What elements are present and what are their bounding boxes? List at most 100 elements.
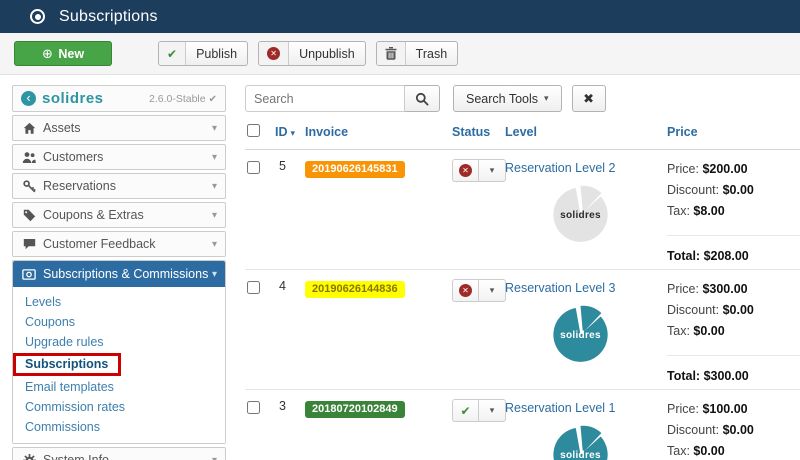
chevron-down-icon: ▾ (489, 165, 495, 175)
submenu-item-subscriptions[interactable]: Subscriptions (25, 356, 108, 372)
subscriptions-submenu: Levels Coupons Upgrade rules Subscriptio… (13, 287, 225, 443)
table-header-row: ID ▾ Invoice Status Level Price (245, 122, 800, 150)
search-input[interactable] (245, 85, 405, 112)
chevron-down-icon: ▾ (211, 151, 217, 163)
status-button-group: ✔ ▾ (452, 399, 506, 422)
trash-button-label: Trash (415, 46, 448, 61)
key-icon (21, 179, 37, 193)
level-link[interactable]: Reservation Level 2 (505, 161, 615, 175)
sidebar-item-label: Customer Feedback (43, 237, 156, 251)
publish-button[interactable]: ✔ Publish (158, 41, 249, 66)
sidebar-item-customer-feedback[interactable]: Customer Feedback ▾ (12, 231, 226, 257)
sidebar-item-subscriptions-commissions[interactable]: Subscriptions & Commissions ▾ (13, 261, 225, 287)
unpublish-button-label: Unpublish (299, 46, 355, 61)
circle-x-icon: ✕ (459, 284, 472, 297)
sidebar-item-label: System Info (43, 453, 109, 460)
chevron-down-icon: ▾ (489, 285, 495, 295)
submenu-item-levels[interactable]: Levels (13, 292, 225, 312)
page-title: Subscriptions (59, 7, 158, 25)
level-link[interactable]: Reservation Level 1 (505, 401, 615, 415)
submenu-item-coupons[interactable]: Coupons (13, 312, 225, 332)
sidebar-item-coupons-extras[interactable]: Coupons & Extras ▾ (12, 202, 226, 228)
comment-icon (21, 238, 37, 250)
sidebar-item-customers[interactable]: Customers ▾ (12, 144, 226, 170)
solidres-logo-panel: ‹ solidres 2.6.0-Stable ✔ (12, 85, 226, 112)
money-icon (21, 268, 37, 280)
plus-circle-icon: ⊕ (41, 45, 53, 61)
subscriptions-component-icon (30, 9, 45, 24)
publish-status-button[interactable]: ✔ (453, 400, 479, 421)
table-row: 5 20190626145831 ✕ ▾ Reservation Level 2… (245, 150, 800, 270)
row-id: 5 (279, 159, 286, 173)
row-checkbox[interactable] (247, 161, 260, 174)
home-icon (21, 122, 37, 135)
sidebar-item-label: Coupons & Extras (43, 208, 144, 222)
row-checkbox[interactable] (247, 281, 260, 294)
content-area: ‹ solidres 2.6.0-Stable ✔ Assets ▾ Custom… (0, 75, 800, 460)
table-row: 4 20190626144836 ✕ ▾ Reservation Level 3… (245, 270, 800, 390)
level-link[interactable]: Reservation Level 3 (505, 281, 615, 295)
new-button[interactable]: ⊕ New (14, 41, 112, 66)
chevron-down-icon: ▾ (211, 122, 217, 134)
status-dropdown-button[interactable]: ▾ (479, 400, 505, 421)
table-row: 3 20180720102849 ✔ ▾ Reservation Level 1… (245, 390, 800, 460)
search-icon (415, 92, 429, 106)
status-dropdown-button[interactable]: ▾ (479, 280, 505, 301)
submenu-item-email-templates[interactable]: Email templates (13, 377, 225, 397)
svg-text:solidres: solidres (560, 330, 601, 341)
sidebar-item-label: Customers (43, 150, 104, 164)
back-chevron-icon[interactable]: ‹ (21, 91, 36, 106)
publish-button-label: Publish (196, 46, 238, 61)
sidebar-item-label: Subscriptions & Commissions (43, 267, 209, 281)
select-all-checkbox[interactable] (247, 124, 260, 137)
solidres-pie-logo: solidres (552, 305, 608, 362)
row-id: 3 (279, 399, 286, 413)
submenu-item-commission-rates[interactable]: Commission rates (13, 397, 225, 417)
column-header-id[interactable]: ID (275, 125, 288, 139)
sidebar-group-subscriptions-commissions: Subscriptions & Commissions ▾ Levels Cou… (12, 260, 226, 444)
chevron-down-icon: ▾ (211, 209, 217, 221)
column-header-invoice[interactable]: Invoice (305, 125, 348, 139)
unpublish-status-button[interactable]: ✕ (453, 280, 479, 301)
row-id: 4 (279, 279, 286, 293)
users-icon (21, 151, 37, 164)
circle-x-icon: ✕ (459, 164, 472, 177)
search-submit-button[interactable] (405, 85, 440, 112)
status-dropdown-button[interactable]: ▾ (479, 160, 505, 181)
unpublish-status-button[interactable]: ✕ (453, 160, 479, 181)
version-label: 2.6.0-Stable ✔ (148, 92, 217, 105)
submenu-item-upgrade-rules[interactable]: Upgrade rules (13, 332, 225, 352)
row-checkbox[interactable] (247, 401, 260, 414)
price-summary: Price: $300.00 Discount: $0.00 Tax: $0.0… (655, 279, 800, 383)
price-summary: Price: $100.00 Discount: $0.00 Tax: $0.0… (667, 402, 754, 458)
sidebar: ‹ solidres 2.6.0-Stable ✔ Assets ▾ Custom… (12, 85, 226, 460)
tags-icon (21, 209, 37, 222)
column-header-level[interactable]: Level (505, 125, 537, 139)
sidebar-item-reservations[interactable]: Reservations ▾ (12, 173, 226, 199)
gear-icon (21, 453, 37, 460)
chevron-down-icon: ▾ (211, 238, 217, 250)
solidres-logo-text: solidres (42, 90, 104, 107)
submenu-item-commissions[interactable]: Commissions (13, 417, 225, 437)
trash-icon (385, 47, 397, 60)
sidebar-item-label: Reservations (43, 179, 116, 193)
chevron-down-icon: ▾ (489, 405, 495, 415)
chevron-down-icon: ▾ (544, 93, 549, 103)
price-separator (667, 355, 800, 356)
close-icon: ✖ (583, 90, 595, 106)
invoice-badge: 20180720102849 (305, 401, 405, 418)
trash-button[interactable]: Trash (375, 41, 459, 66)
column-header-status[interactable]: Status (452, 125, 490, 139)
search-tools-button[interactable]: Search Tools ▾ (453, 85, 562, 112)
clear-search-button[interactable]: ✖ (571, 85, 606, 112)
title-bar: Subscriptions (0, 0, 800, 33)
column-header-price[interactable]: Price (667, 125, 698, 139)
sidebar-item-system-info[interactable]: System Info ▾ (12, 447, 226, 460)
unpublish-button[interactable]: ✕ Unpublish (258, 41, 366, 66)
chevron-down-icon: ▾ (211, 180, 217, 192)
chevron-down-icon: ▾ (211, 268, 217, 280)
price-summary: Price: $200.00 Discount: $0.00 Tax: $8.0… (655, 159, 800, 263)
circle-x-icon: ✕ (267, 47, 281, 60)
sidebar-item-assets[interactable]: Assets ▾ (12, 115, 226, 141)
version-check-icon: ✔ (208, 93, 217, 105)
